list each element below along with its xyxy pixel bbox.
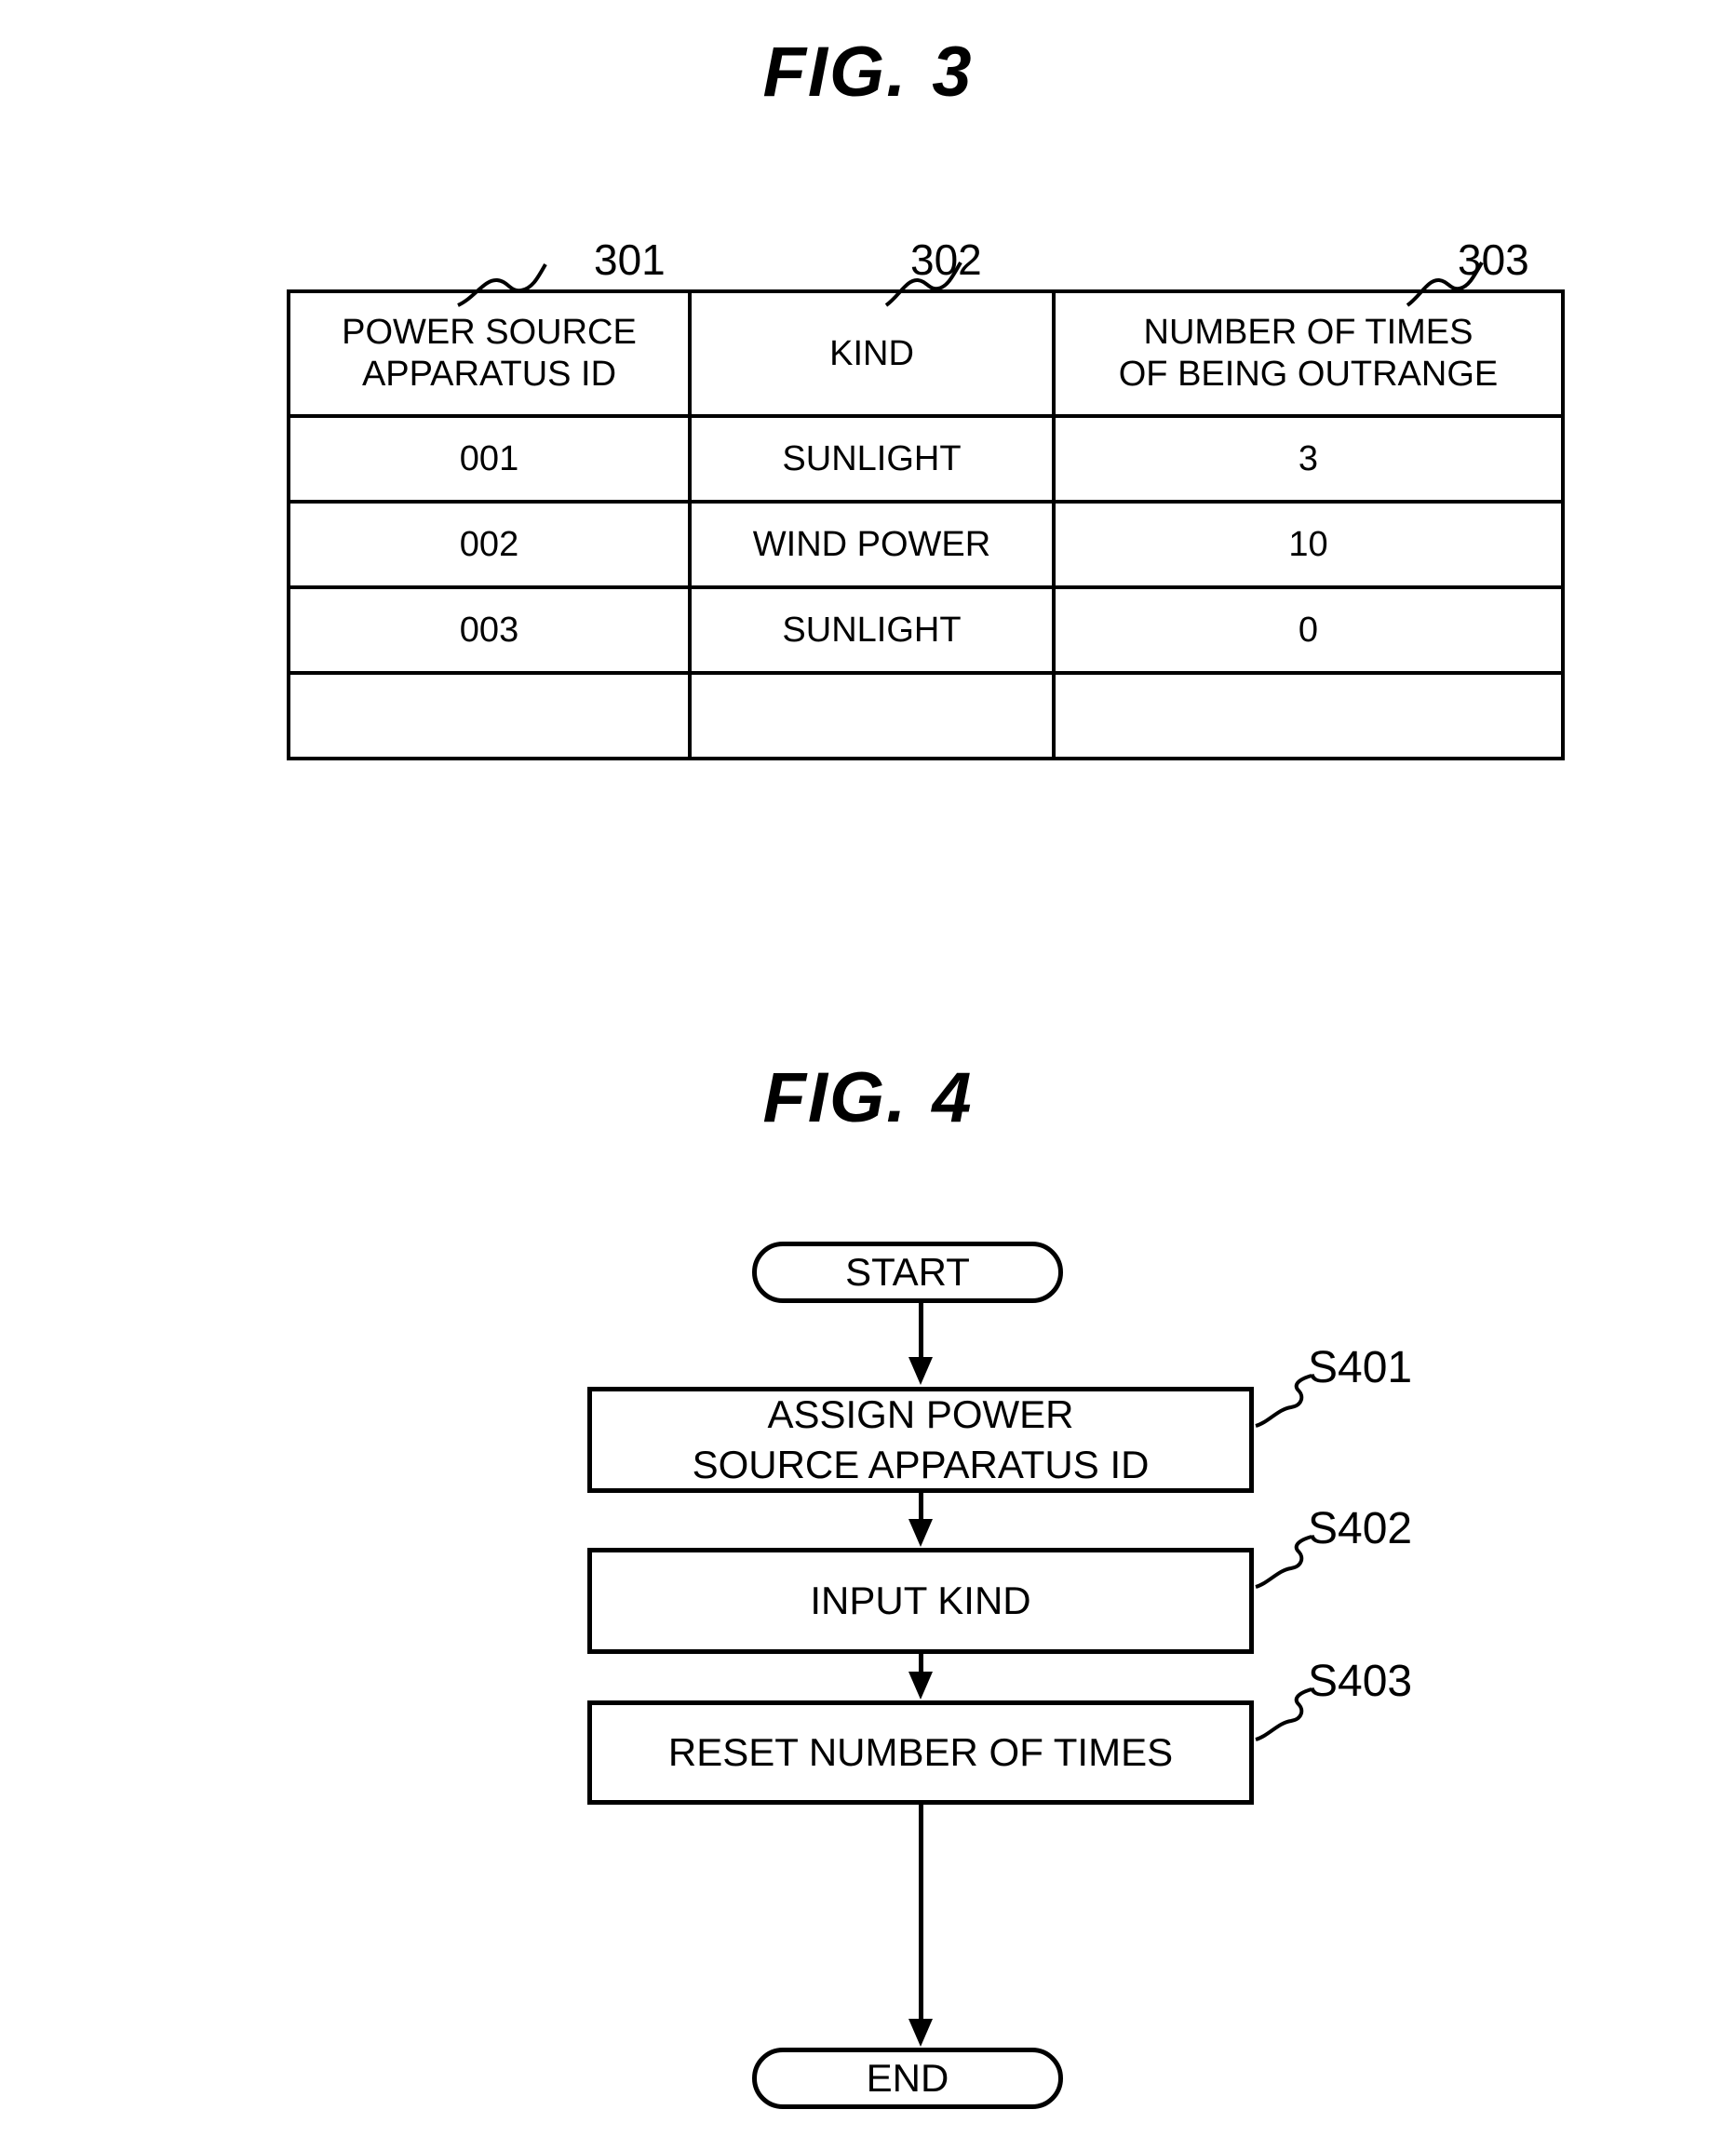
cell-kind	[688, 671, 1056, 760]
arrow-head	[908, 1357, 933, 1385]
flowchart-end-terminator: END	[752, 2048, 1063, 2109]
arrow-head	[908, 2019, 933, 2047]
cell-outrange-count: 3	[1052, 414, 1565, 504]
cell-kind: SUNLIGHT	[688, 414, 1056, 504]
reference-numeral-301: 301	[594, 235, 666, 284]
figure-3-title-word: FIG.	[762, 33, 908, 112]
table-row: 002 WIND POWER 10	[287, 500, 1565, 589]
cell-apparatus-id: 003	[287, 585, 692, 675]
table-row: 003 SUNLIGHT 0	[287, 585, 1565, 675]
reference-numeral-302: 302	[910, 235, 982, 284]
flowchart-step-s401: ASSIGN POWER SOURCE APPARATUS ID	[587, 1387, 1254, 1493]
table-row: 001 SUNLIGHT 3	[287, 414, 1565, 504]
cell-outrange-count: 0	[1052, 585, 1565, 675]
cell-apparatus-id: 001	[287, 414, 692, 504]
table-header-kind: KIND	[688, 289, 1056, 418]
figure-3-title-number: 3	[932, 33, 974, 112]
flow-arrow-start-to-s401	[908, 1303, 933, 1387]
flowchart-start-label: START	[845, 1250, 970, 1294]
power-source-apparatus-table: POWER SOURCE APPARATUS ID KIND NUMBER OF…	[287, 289, 1565, 760]
cell-apparatus-id	[287, 671, 692, 760]
flowchart-step-s402: INPUT KIND	[587, 1548, 1254, 1654]
flowchart-end-label: END	[866, 2056, 949, 2100]
arrow-shaft	[919, 1805, 923, 2021]
header-line-2: OF BEING OUTRANGE	[1118, 355, 1499, 394]
step-s403-line-1: RESET NUMBER OF TIMES	[667, 1730, 1174, 1775]
header-line-1: NUMBER OF TIMES	[1143, 313, 1474, 353]
reference-numeral-s401: S401	[1308, 1343, 1413, 1392]
arrow-shaft	[919, 1493, 923, 1521]
figure-4-title-number: 4	[932, 1058, 974, 1137]
figure-3-title: FIG. 3	[0, 32, 1736, 113]
flow-arrow-s402-to-s403	[908, 1654, 933, 1700]
table-header-number-of-times-of-being-outrange: NUMBER OF TIMES OF BEING OUTRANGE	[1052, 289, 1565, 418]
arrow-head	[908, 1519, 933, 1547]
flow-arrow-s403-to-end	[908, 1805, 933, 2048]
header-line-1: POWER SOURCE	[342, 313, 637, 353]
reference-numeral-303: 303	[1458, 235, 1529, 284]
arrow-shaft	[919, 1303, 923, 1359]
arrow-shaft	[919, 1654, 923, 1673]
step-s401-line-2: SOURCE APPARATUS ID	[692, 1443, 1150, 1486]
arrow-head	[908, 1672, 933, 1700]
cell-kind: SUNLIGHT	[688, 585, 1056, 675]
table-row-empty	[287, 671, 1565, 760]
step-s402-line-1: INPUT KIND	[810, 1579, 1031, 1623]
flowchart-start-terminator: START	[752, 1242, 1063, 1303]
flow-arrow-s401-to-s402	[908, 1493, 933, 1548]
table-header-row: POWER SOURCE APPARATUS ID KIND NUMBER OF…	[287, 289, 1565, 418]
reference-numeral-s402: S402	[1308, 1504, 1413, 1553]
step-s401-line-1: ASSIGN POWER	[767, 1392, 1074, 1437]
figure-4-title: FIG. 4	[0, 1057, 1736, 1138]
cell-outrange-count: 10	[1052, 500, 1565, 589]
header-line-2: APPARATUS ID	[361, 355, 617, 394]
flowchart-step-s403: RESET NUMBER OF TIMES	[587, 1700, 1254, 1805]
cell-outrange-count	[1052, 671, 1565, 760]
cell-kind: WIND POWER	[688, 500, 1056, 589]
table-header-power-source-apparatus-id: POWER SOURCE APPARATUS ID	[287, 289, 692, 418]
header-line-1: KIND	[829, 333, 914, 373]
reference-numeral-s403: S403	[1308, 1657, 1413, 1706]
cell-apparatus-id: 002	[287, 500, 692, 589]
figure-4-title-word: FIG.	[762, 1058, 908, 1137]
